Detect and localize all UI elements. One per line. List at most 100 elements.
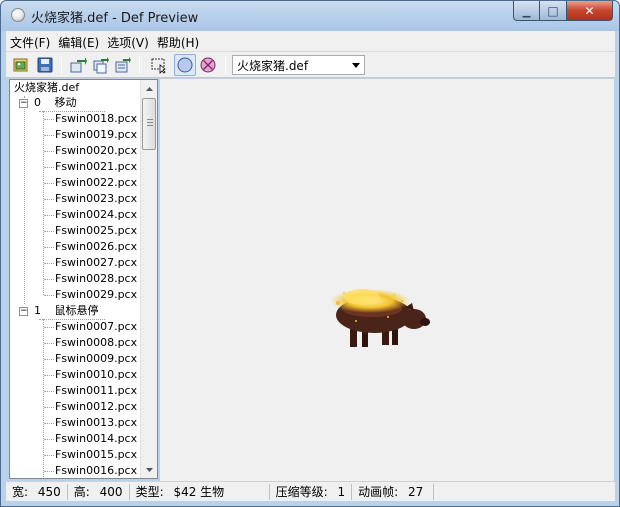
export-all-button[interactable] (90, 54, 112, 76)
tree-line (44, 375, 54, 376)
tree-file-item[interactable]: Fswin0026.pcx (55, 239, 137, 255)
tree-file-item[interactable]: Fswin0027.pcx (55, 255, 137, 271)
tree-group-index: 0 (34, 96, 41, 109)
menu-options[interactable]: 选项(V) (103, 31, 153, 51)
collapse-icon[interactable]: − (19, 307, 28, 316)
tree-file-item[interactable]: Fswin0018.pcx (55, 111, 137, 127)
tree-file-item[interactable]: Fswin0008.pcx (55, 335, 137, 351)
tree-line (44, 471, 54, 472)
tree-file-item[interactable]: Fswin0015.pcx (55, 447, 137, 463)
window-title: 火烧家猪.def - Def Preview (31, 11, 199, 26)
file-combo-value: 火烧家猪.def (237, 58, 309, 73)
tree-line (44, 247, 54, 248)
tree-file-item[interactable]: Fswin0011.pcx (55, 383, 137, 399)
sprite-preview (330, 289, 430, 347)
tree-line (44, 119, 54, 120)
minimize-icon: ▁ (522, 7, 531, 18)
tree-line (44, 439, 54, 440)
tree-file-item[interactable]: Fswin0022.pcx (55, 175, 137, 191)
tree-line (44, 135, 54, 136)
tree-file-item[interactable]: Fswin0021.pcx (55, 159, 137, 175)
status-compression: 压缩等级: 1 (270, 483, 353, 500)
tree-line (44, 343, 54, 344)
status-frames-value: 27 (407, 484, 424, 499)
status-bar: 宽: 450 高: 400 类型: $42 生物 压缩等级: 1 动画帧: 27 (6, 481, 615, 501)
menu-help[interactable]: 帮助(H) (153, 31, 203, 51)
scroll-thumb[interactable] (142, 98, 156, 150)
tree-group-0[interactable]: 0 移动 (34, 95, 77, 111)
tree-scrollbar[interactable] (140, 80, 157, 478)
collapse-icon[interactable]: − (19, 99, 28, 108)
tree-group-name: 移动 (54, 96, 77, 109)
status-compression-value: 1 (337, 484, 346, 499)
tree-line (44, 215, 54, 216)
tree-line (44, 231, 54, 232)
toolbar-separator (225, 56, 226, 74)
app-icon (11, 8, 25, 22)
tree-line (44, 327, 54, 328)
tree-file-item[interactable]: Fswin0028.pcx (55, 271, 137, 287)
frame-tree[interactable]: 火烧家猪.def − 0 移动 Fswin0018.pcx Fswin0019.p… (9, 79, 158, 479)
status-width-label: 宽: (12, 484, 29, 499)
export-icon (70, 57, 87, 73)
tree-line (44, 167, 54, 168)
title-bar[interactable]: 火烧家猪.def - Def Preview ▁ □ ✕ (1, 1, 619, 31)
tree-line (44, 391, 54, 392)
tree-file-item[interactable]: Fswin0012.pcx (55, 399, 137, 415)
scroll-up-icon[interactable] (141, 80, 157, 97)
close-button[interactable]: ✕ (567, 1, 613, 21)
tree-line (44, 151, 54, 152)
burning-pig-sprite (330, 289, 430, 347)
save-button[interactable] (34, 54, 56, 76)
tree-line (44, 199, 54, 200)
def-preview-window: 火烧家猪.def - Def Preview ▁ □ ✕ 文件(F) 编辑(E)… (0, 0, 620, 507)
scroll-down-icon[interactable] (141, 461, 157, 478)
export-frames-button[interactable] (112, 54, 134, 76)
select-area-button[interactable] (148, 54, 170, 76)
tree-file-item[interactable]: Fswin0010.pcx (55, 367, 137, 383)
tree-file-item[interactable]: Fswin0014.pcx (55, 431, 137, 447)
transparent-color-button[interactable] (197, 54, 219, 76)
export-button[interactable] (68, 54, 90, 76)
toolbar: 火烧家猪.def (6, 51, 615, 78)
tree-file-item[interactable]: Fswin0019.pcx (55, 127, 137, 143)
tree-file-item[interactable]: Fswin0024.pcx (55, 207, 137, 223)
tree-file-item[interactable]: Fswin0029.pcx (55, 287, 137, 303)
status-height-label: 高: (73, 484, 90, 499)
tree-line (44, 359, 54, 360)
tree-file-item[interactable]: Fswin0016.pcx (55, 463, 137, 478)
file-combo[interactable]: 火烧家猪.def (232, 55, 365, 75)
tree-line (44, 183, 54, 184)
open-button[interactable] (10, 54, 32, 76)
tree-root[interactable]: 火烧家猪.def (14, 80, 79, 96)
tree-group-1[interactable]: 1 鼠标悬停 (34, 303, 99, 319)
chevron-down-icon[interactable] (348, 56, 364, 74)
toolbar-separator (139, 56, 140, 74)
status-type-label: 类型: (135, 484, 164, 499)
tree-file-item[interactable]: Fswin0009.pcx (55, 351, 137, 367)
tree-file-item[interactable]: Fswin0023.pcx (55, 191, 137, 207)
menu-edit[interactable]: 编辑(E) (54, 31, 103, 51)
tree-line (44, 455, 54, 456)
status-width: 宽: 450 (6, 483, 68, 500)
status-height: 高: 400 (68, 483, 130, 500)
tree-file-item[interactable]: Fswin0013.pcx (55, 415, 137, 431)
tree-file-item[interactable]: Fswin0007.pcx (55, 319, 137, 335)
tree-line (44, 295, 54, 296)
transparent-color-icon (200, 57, 216, 73)
export-frames-icon (115, 57, 131, 73)
preview-canvas[interactable] (160, 79, 614, 481)
tree-file-item[interactable]: Fswin0025.pcx (55, 223, 137, 239)
tree-line (24, 96, 25, 304)
tree-line (43, 111, 44, 295)
status-type: 类型: $42 生物 (130, 483, 270, 500)
open-icon (13, 58, 28, 72)
maximize-button[interactable]: □ (540, 1, 567, 21)
caption-buttons: ▁ □ ✕ (513, 1, 613, 21)
background-color-button[interactable] (174, 54, 196, 76)
tree-group-index: 1 (34, 304, 41, 317)
minimize-button[interactable]: ▁ (513, 1, 540, 21)
export-all-icon (93, 57, 109, 74)
tree-file-item[interactable]: Fswin0020.pcx (55, 143, 137, 159)
menu-file[interactable]: 文件(F) (6, 31, 54, 51)
